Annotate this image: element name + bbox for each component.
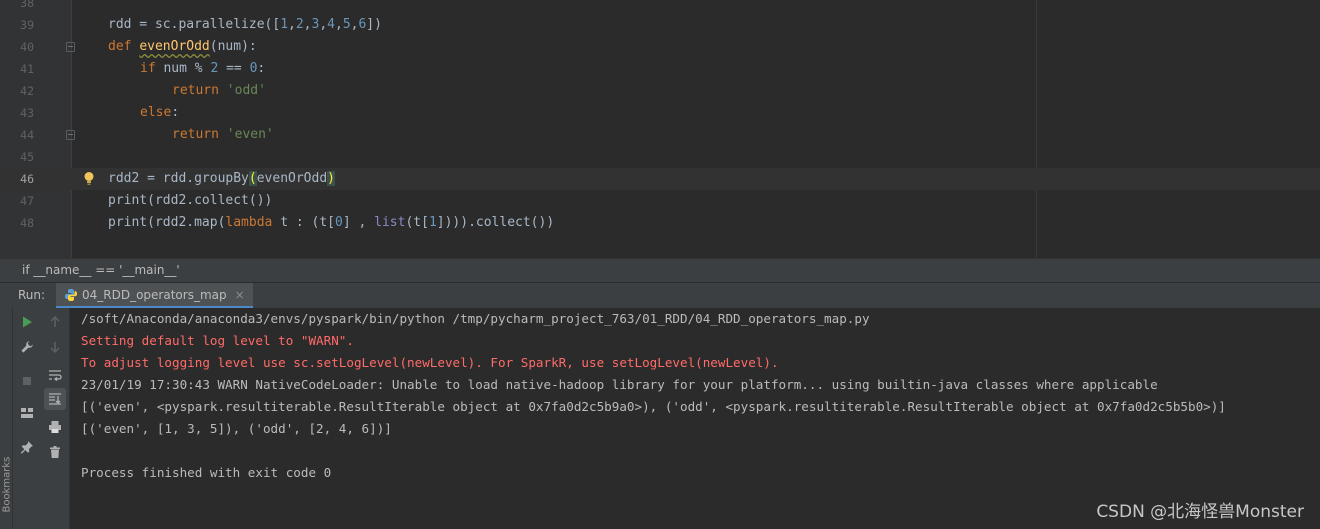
layout-button[interactable] — [16, 402, 38, 424]
run-tab[interactable]: 04_RDD_operators_map × — [56, 283, 253, 309]
run-label: Run: — [18, 288, 46, 302]
console-line: [('even', [1, 3, 5]), ('odd', [2, 4, 6])… — [81, 421, 392, 436]
code-text: rdd = sc.parallelize([1,2,3,4,5,6]) — [108, 17, 382, 32]
console-line: Setting default log level to "WARN". — [81, 333, 354, 348]
console-toolbar — [41, 308, 70, 529]
console-line: To adjust logging level use sc.setLogLev… — [81, 355, 779, 370]
clear-all-button[interactable] — [44, 441, 66, 463]
code-line-44[interactable]: 44 return 'even' — [0, 124, 1320, 146]
code-text: return 'even' — [172, 127, 274, 142]
console-line: Process finished with exit code 0 — [81, 465, 332, 480]
code-text: rdd2 = rdd.groupBy(evenOrOdd) — [108, 171, 335, 186]
code-text: return 'odd' — [172, 83, 266, 98]
code-text: def evenOrOdd(num): — [108, 39, 257, 54]
code-line-39[interactable]: 39 rdd = sc.parallelize([1,2,3,4,5,6]) — [0, 14, 1320, 36]
scroll-down-button[interactable] — [44, 336, 66, 358]
code-line-40[interactable]: 40 def evenOrOdd(num): — [0, 36, 1320, 58]
python-file-icon — [65, 288, 77, 301]
code-text: else: — [140, 105, 180, 120]
scroll-to-end-icon — [49, 393, 61, 405]
pin-icon — [20, 441, 33, 454]
soft-wrap-icon — [49, 370, 62, 382]
wrench-icon — [21, 341, 33, 353]
code-line-38[interactable]: 38 — [0, 0, 1320, 14]
run-tab-label: 04_RDD_operators_map — [82, 287, 227, 302]
bookmarks-tool-tab[interactable]: Bookmarks — [2, 457, 13, 513]
line-number: 47 — [20, 194, 34, 208]
layout-icon — [21, 408, 33, 418]
watermark: CSDN @北海怪兽Monster — [1096, 502, 1304, 522]
console-line: /soft/Anaconda/anaconda3/envs/pyspark/bi… — [81, 311, 870, 326]
breadcrumb[interactable]: if __name__ == '__main__' — [0, 258, 1320, 282]
console-output[interactable]: /soft/Anaconda/anaconda3/envs/pyspark/bi… — [70, 308, 1320, 529]
close-icon[interactable]: × — [235, 288, 245, 302]
trash-icon — [50, 446, 60, 458]
line-number: 44 — [20, 128, 34, 142]
run-tool-window-header: Run: 04_RDD_operators_map × — [0, 282, 1320, 309]
pin-tab-button[interactable] — [16, 436, 38, 458]
line-number: 42 — [20, 84, 34, 98]
stop-button[interactable] — [16, 370, 38, 392]
code-text: print(rdd2.map(lambda t : (t[0] , list(t… — [108, 215, 555, 230]
printer-icon — [49, 421, 61, 433]
soft-wrap-button[interactable] — [44, 364, 66, 386]
code-line-46[interactable]: 46 rdd2 = rdd.groupBy(evenOrOdd) — [0, 168, 1320, 190]
run-toolbar — [13, 308, 41, 529]
code-line-41[interactable]: 41 if num % 2 == 0: — [0, 58, 1320, 80]
rerun-button[interactable] — [16, 311, 38, 333]
line-number: 39 — [20, 18, 34, 32]
console-line: [('even', <pyspark.resultiterable.Result… — [81, 399, 1226, 414]
code-line-43[interactable]: 43 else: — [0, 102, 1320, 124]
print-button[interactable] — [44, 416, 66, 438]
code-line-42[interactable]: 42 return 'odd' — [0, 80, 1320, 102]
line-number: 46 — [20, 172, 34, 186]
scroll-up-button[interactable] — [44, 311, 66, 333]
line-number: 45 — [20, 150, 34, 164]
code-line-47[interactable]: 47 print(rdd2.collect()) — [0, 190, 1320, 212]
scroll-to-end-button[interactable] — [44, 388, 66, 410]
console-line: 23/01/19 17:30:43 WARN NativeCodeLoader:… — [81, 377, 1158, 392]
line-number: 48 — [20, 216, 34, 230]
line-number: 38 — [20, 0, 34, 10]
stop-icon — [23, 377, 31, 385]
code-text: if num % 2 == 0: — [140, 61, 266, 76]
code-line-48[interactable]: 48 print(rdd2.map(lambda t : (t[0] , lis… — [0, 212, 1320, 234]
play-icon — [23, 316, 32, 328]
line-number: 41 — [20, 62, 34, 76]
code-editor[interactable]: 38 39 rdd = sc.parallelize([1,2,3,4,5,6]… — [0, 0, 1320, 258]
line-number: 40 — [20, 40, 34, 54]
lightbulb-icon[interactable] — [83, 171, 95, 191]
line-number: 43 — [20, 106, 34, 120]
arrow-up-icon — [50, 315, 60, 327]
edit-configuration-button[interactable] — [16, 336, 38, 358]
code-line-45[interactable]: 45 — [0, 146, 1320, 168]
code-text: print(rdd2.collect()) — [108, 193, 273, 208]
fold-toggle-icon[interactable] — [66, 130, 75, 140]
arrow-down-icon — [50, 342, 60, 354]
fold-toggle-icon[interactable] — [66, 42, 75, 52]
